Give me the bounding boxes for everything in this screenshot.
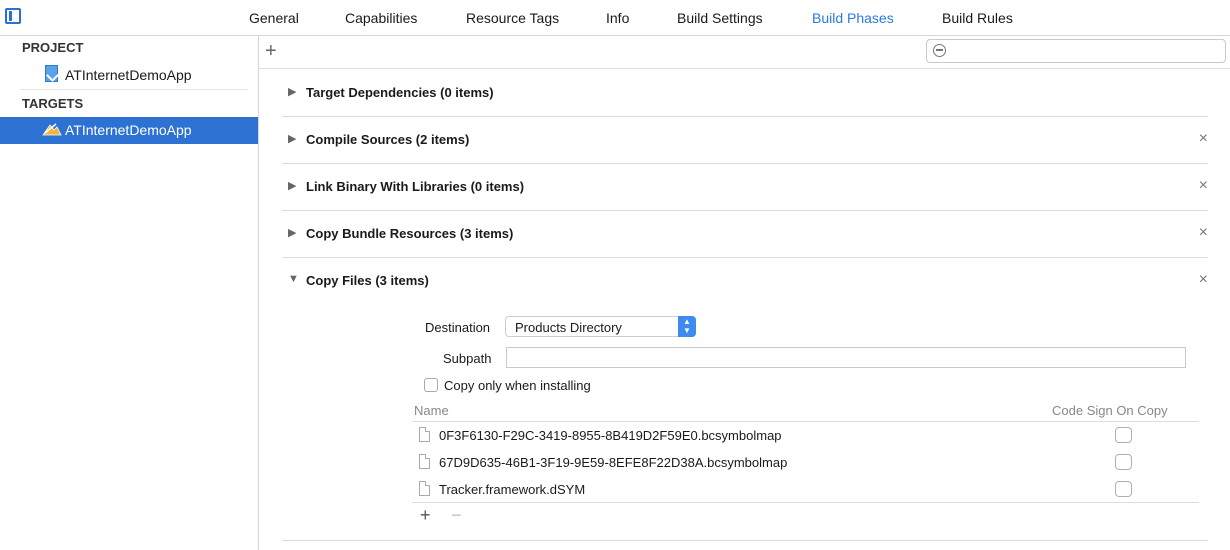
phase-title: Compile Sources (2 items) bbox=[306, 132, 470, 147]
table-row[interactable]: Tracker.framework.dSYM bbox=[412, 476, 1199, 502]
copy-only-checkbox[interactable] bbox=[424, 378, 438, 392]
targets-header: TARGETS bbox=[22, 96, 84, 111]
disclosure-triangle-icon[interactable]: ▶ bbox=[288, 85, 296, 98]
phase-divider bbox=[282, 540, 1208, 541]
document-icon bbox=[419, 427, 430, 442]
sidebar-toggle-icon[interactable] bbox=[5, 8, 21, 24]
table-row[interactable]: 67D9D635-46B1-3F19-9E59-8EFE8F22D38A.bcs… bbox=[412, 449, 1199, 475]
phase-link-binary[interactable]: ▶ Link Binary With Libraries (0 items) × bbox=[282, 163, 1208, 210]
table-bottom-divider bbox=[412, 502, 1199, 503]
phase-copy-files[interactable]: ▼ Copy Files (3 items) × bbox=[282, 257, 1208, 304]
disclosure-triangle-icon[interactable]: ▶ bbox=[288, 226, 296, 239]
project-file-icon bbox=[45, 65, 58, 82]
tab-build-phases[interactable]: Build Phases bbox=[812, 10, 894, 26]
tab-info[interactable]: Info bbox=[606, 10, 629, 26]
destination-popup[interactable]: Products Directory ▲ ▼ bbox=[505, 316, 696, 337]
document-icon bbox=[419, 454, 430, 469]
delete-phase-icon[interactable]: × bbox=[1199, 271, 1208, 289]
document-icon bbox=[419, 481, 430, 496]
file-name: Tracker.framework.dSYM bbox=[439, 482, 586, 497]
subpath-label: Subpath bbox=[443, 351, 492, 366]
destination-value: Products Directory bbox=[515, 320, 622, 335]
column-header-name[interactable]: Name bbox=[414, 403, 449, 418]
popup-chevron-icon: ▲ ▼ bbox=[678, 316, 696, 337]
phase-title: Target Dependencies (0 items) bbox=[306, 85, 494, 100]
delete-phase-icon[interactable]: × bbox=[1199, 130, 1208, 148]
filter-field[interactable] bbox=[926, 39, 1226, 63]
copy-only-label: Copy only when installing bbox=[444, 378, 591, 393]
filter-icon bbox=[933, 44, 946, 57]
add-build-phase-button[interactable]: + bbox=[265, 40, 277, 63]
target-item-label: ATInternetDemoApp bbox=[65, 122, 192, 138]
tab-capabilities[interactable]: Capabilities bbox=[345, 10, 417, 26]
tab-build-rules[interactable]: Build Rules bbox=[942, 10, 1013, 26]
tab-general[interactable]: General bbox=[249, 10, 299, 26]
project-item-label: ATInternetDemoApp bbox=[65, 67, 192, 83]
code-sign-checkbox[interactable] bbox=[1115, 481, 1132, 497]
disclosure-triangle-icon[interactable]: ▶ bbox=[288, 132, 296, 145]
tab-build-settings[interactable]: Build Settings bbox=[677, 10, 763, 26]
tab-resource-tags[interactable]: Resource Tags bbox=[466, 10, 559, 26]
project-item[interactable]: ATInternetDemoApp bbox=[0, 62, 258, 89]
editor-tab-bar: General Capabilities Resource Tags Info … bbox=[0, 0, 1230, 36]
app-target-icon bbox=[42, 123, 62, 136]
phase-compile-sources[interactable]: ▶ Compile Sources (2 items) × bbox=[282, 116, 1208, 163]
phase-title: Copy Files (3 items) bbox=[306, 273, 429, 288]
phase-target-dependencies[interactable]: ▶ Target Dependencies (0 items) bbox=[282, 69, 1208, 116]
file-name: 0F3F6130-F29C-3419-8955-8B419D2F59E0.bcs… bbox=[439, 428, 782, 443]
remove-file-button[interactable]: − bbox=[451, 505, 462, 526]
table-row[interactable]: 0F3F6130-F29C-3419-8955-8B419D2F59E0.bcs… bbox=[412, 422, 1199, 448]
phase-title: Copy Bundle Resources (3 items) bbox=[306, 226, 514, 241]
sidebar-divider bbox=[20, 89, 248, 90]
subpath-input[interactable] bbox=[506, 347, 1186, 368]
disclosure-triangle-icon[interactable]: ▶ bbox=[288, 179, 296, 192]
delete-phase-icon[interactable]: × bbox=[1199, 177, 1208, 195]
code-sign-checkbox[interactable] bbox=[1115, 454, 1132, 470]
disclosure-triangle-expanded-icon[interactable]: ▼ bbox=[288, 273, 299, 285]
phase-title: Link Binary With Libraries (0 items) bbox=[306, 179, 525, 194]
add-file-button[interactable]: + bbox=[420, 505, 431, 526]
delete-phase-icon[interactable]: × bbox=[1199, 224, 1208, 242]
phase-copy-bundle-resources[interactable]: ▶ Copy Bundle Resources (3 items) × bbox=[282, 210, 1208, 257]
target-item[interactable]: ATInternetDemoApp bbox=[0, 117, 258, 144]
file-name: 67D9D635-46B1-3F19-9E59-8EFE8F22D38A.bcs… bbox=[439, 455, 788, 470]
project-header: PROJECT bbox=[22, 40, 84, 55]
column-header-code-sign[interactable]: Code Sign On Copy bbox=[1052, 403, 1168, 418]
project-navigator: PROJECT ATInternetDemoApp TARGETS ATInte… bbox=[0, 36, 259, 550]
code-sign-checkbox[interactable] bbox=[1115, 427, 1132, 443]
destination-label: Destination bbox=[425, 320, 491, 335]
